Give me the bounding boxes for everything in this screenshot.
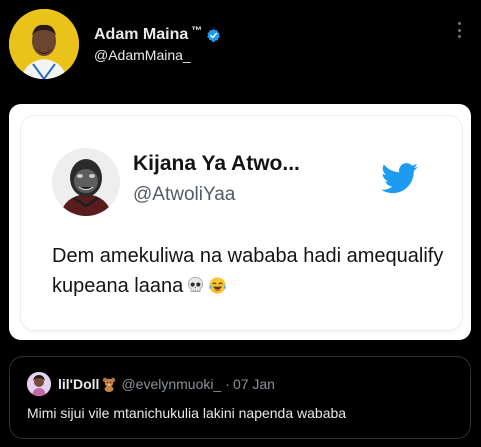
embedded-tweet-handle: @AtwoliYaa (133, 184, 236, 205)
tears-of-joy-emoji-icon (209, 277, 226, 294)
embedded-tweet-text-content: Dem amekuliwa na wababa hadi amequalify … (52, 245, 444, 297)
reply-meta: lil'Doll @evelynmuoki_ · 07 Jan (58, 376, 275, 392)
reply-text: Mimi sijui vile mtanichukulia lakini nap… (27, 405, 347, 421)
trademark-symbol: ™ (191, 25, 203, 37)
reply-avatar[interactable] (27, 372, 51, 396)
reply-author-name[interactable]: lil'Doll (58, 376, 99, 392)
twitter-bird-icon (381, 163, 418, 194)
tweet-page: Adam Maina ™ @AdamMaina_ Kijana Ya Atwo.… (0, 0, 481, 447)
tweet-header: Adam Maina ™ @AdamMaina_ (0, 0, 481, 90)
reply-date[interactable]: 07 Jan (233, 376, 275, 392)
skull-emoji-icon (188, 277, 204, 293)
more-vertical-icon[interactable] (451, 20, 467, 40)
reply-card[interactable] (9, 356, 471, 439)
embedded-tweet-text: Dem amekuliwa na wababa hadi amequalify … (52, 241, 452, 301)
teddy-bear-emoji-icon (103, 377, 116, 392)
reply-separator: · (225, 376, 230, 392)
author-name-text: Adam Maina (94, 26, 189, 43)
reply-author-handle[interactable]: @evelynmuoki_ (121, 376, 221, 392)
verified-badge-icon (207, 28, 221, 42)
embedded-tweet-name: Kijana Ya Atwo... (133, 152, 300, 175)
embedded-tweet-avatar (52, 148, 120, 216)
author-name[interactable]: Adam Maina ™ (94, 25, 221, 44)
author-avatar[interactable] (9, 9, 79, 79)
author-handle[interactable]: @AdamMaina_ (94, 47, 191, 63)
